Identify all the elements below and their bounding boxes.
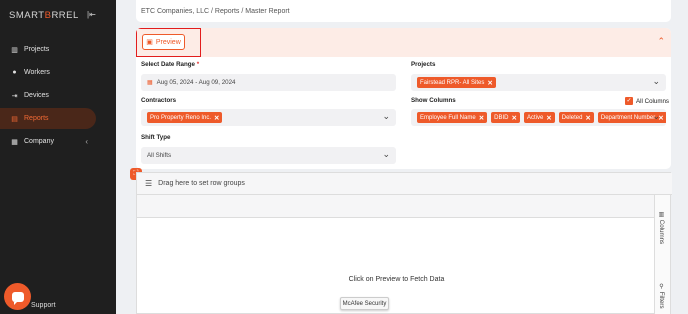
filter-panel: ▣ Preview ⌃ Select Date Range * ▦ Aug 05… <box>136 28 671 169</box>
all-columns-checkbox[interactable]: ✓ All Columns <box>625 97 669 105</box>
project-tag: Fairstead RPR- All Sites ✕ <box>417 77 496 88</box>
remove-tag-icon[interactable]: ✕ <box>214 114 219 122</box>
breadcrumb: ETC Companies, LLC / Reports / Master Re… <box>141 8 290 15</box>
row-group-drop-zone[interactable]: ☰ Drag here to set row groups <box>137 173 672 195</box>
reports-icon: ▤ <box>11 115 18 123</box>
sidebar-item-devices[interactable]: ⇥ Devices <box>0 85 96 106</box>
chevron-down-icon: ⌄ <box>652 111 660 121</box>
filter-panel-header[interactable] <box>136 28 671 57</box>
remove-tag-icon[interactable]: ✕ <box>511 114 516 122</box>
empty-grid-message: Click on Preview to Fetch Data <box>348 276 445 283</box>
show-columns-label: Show Columns <box>411 97 456 104</box>
chat-icon <box>11 291 24 305</box>
date-range-label: Select Date Range * <box>141 61 200 68</box>
chevron-up-icon[interactable]: ⌃ <box>657 36 665 47</box>
mcafee-popup[interactable]: McAfee Security <box>340 297 389 310</box>
check-icon: ✓ <box>625 97 633 105</box>
shift-type-select[interactable]: All Shifts ⌄ <box>141 147 396 164</box>
contractors-select[interactable]: Pro Property Reno Inc. ✕ ⌄ <box>141 109 396 126</box>
sidebar-item-workers[interactable]: ● Workers <box>0 62 96 83</box>
breadcrumb-card: ETC Companies, LLC / Reports / Master Re… <box>136 0 671 22</box>
workers-icon: ● <box>12 69 17 76</box>
show-columns-select[interactable]: Employee Full Name ✕ DBID ✕ Active ✕ Delete… <box>411 109 666 126</box>
projects-label: Projects <box>411 61 436 68</box>
calendar-icon: ▦ <box>147 80 153 86</box>
remove-tag-icon[interactable]: ✕ <box>546 114 551 122</box>
chevron-down-icon: ⌄ <box>382 111 390 121</box>
report-grid: ☰ Drag here to set row groups ▥ Columns … <box>136 172 672 314</box>
sidebar-item-label: Reports <box>24 115 49 122</box>
chevron-down-icon: ⌄ <box>652 76 660 86</box>
grid-header-row <box>137 195 656 218</box>
projects-icon: ▥ <box>11 46 18 54</box>
columns-tab[interactable]: ▥ Columns <box>658 211 665 244</box>
chevron-down-icon: ⌄ <box>382 149 390 159</box>
sidebar-item-company[interactable]: ▦ Company ‹ <box>0 131 96 152</box>
brand-logo[interactable]: SMARTBRREL <box>9 10 79 21</box>
column-tag: Employee Full Name ✕ <box>417 112 488 123</box>
support-link[interactable]: Support <box>31 302 56 309</box>
contractors-label: Contractors <box>141 97 177 104</box>
sidebar-item-projects[interactable]: ▥ Projects <box>0 39 96 60</box>
company-icon: ▦ <box>11 138 18 146</box>
calendar-icon: ▣ <box>146 39 153 46</box>
sidebar: SMARTBRREL |⇤ ▥ Projects ● Workers ⇥ Dev… <box>0 0 116 314</box>
date-range-picker[interactable]: ▦ Aug 05, 2024 - Aug 09, 2024 <box>141 74 396 91</box>
preview-button[interactable]: ▣ Preview <box>142 34 185 50</box>
chevron-left-icon: ‹ <box>85 137 88 146</box>
column-tag: Deleted ✕ <box>558 112 594 123</box>
sidebar-item-label: Devices <box>24 92 49 99</box>
chat-button[interactable] <box>4 283 31 310</box>
shift-type-label: Shift Type <box>141 134 171 141</box>
row-groups-icon: ☰ <box>145 179 153 188</box>
remove-tag-icon[interactable]: ✕ <box>585 114 590 122</box>
sidebar-item-label: Company <box>24 138 54 145</box>
contractor-tag: Pro Property Reno Inc. ✕ <box>147 112 223 123</box>
remove-tag-icon[interactable]: ✕ <box>487 79 492 87</box>
sidebar-item-reports[interactable]: ▤ Reports <box>0 108 96 129</box>
sidebar-item-label: Workers <box>24 69 50 76</box>
projects-select[interactable]: Fairstead RPR- All Sites ✕ ⌄ <box>411 74 666 91</box>
devices-icon: ⇥ <box>11 92 18 100</box>
sidebar-item-label: Projects <box>24 46 50 53</box>
remove-tag-icon[interactable]: ✕ <box>479 114 484 122</box>
filters-tab[interactable]: ⚲ Filters <box>658 283 665 309</box>
column-tag: DBID ✕ <box>491 112 520 123</box>
grid-tool-panel: ▥ Columns ⚲ Filters <box>654 195 670 314</box>
column-tag: Active ✕ <box>523 112 555 123</box>
collapse-sidebar-icon[interactable]: |⇤ <box>87 10 96 19</box>
